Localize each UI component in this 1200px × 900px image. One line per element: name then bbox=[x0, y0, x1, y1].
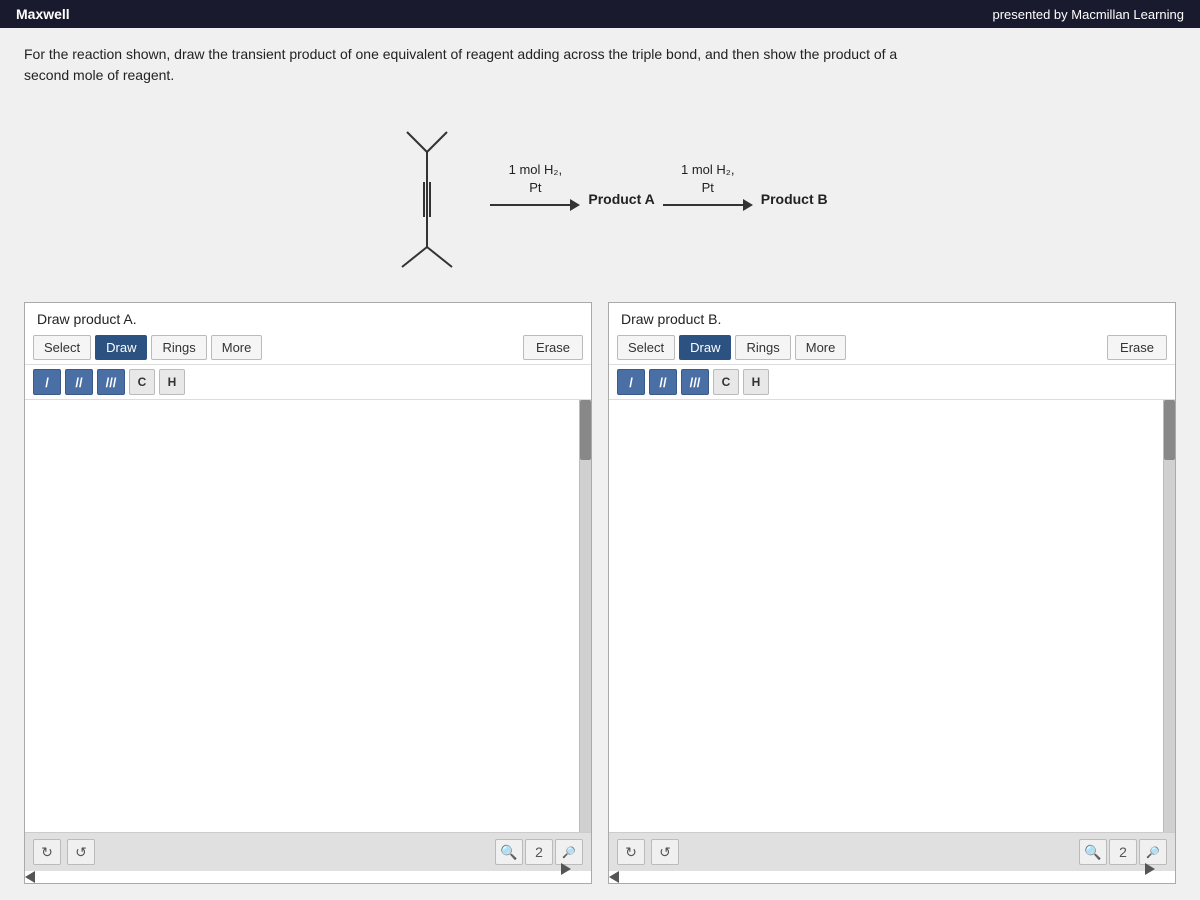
panel-b-scrollbar-thumb bbox=[1164, 400, 1175, 460]
panel-a-footer: ↻ ↺ 🔍 2 🔎 bbox=[25, 832, 591, 871]
arrow-head-2 bbox=[743, 199, 753, 211]
reagent2-label: 1 mol H₂, Pt bbox=[681, 161, 734, 197]
arrow-line-2 bbox=[663, 199, 753, 211]
product-a-area: Product A bbox=[588, 187, 654, 207]
more-btn-a[interactable]: More bbox=[211, 335, 263, 360]
starting-molecule bbox=[372, 122, 482, 272]
panel-a-scrollbar[interactable] bbox=[579, 400, 591, 832]
panel-a-next-icon bbox=[561, 863, 571, 875]
product-b-area: Product B bbox=[761, 187, 828, 207]
arrow-line-1 bbox=[490, 199, 580, 211]
panel-a-scrollbar-thumb bbox=[580, 400, 591, 460]
double-bond-btn-a[interactable]: // bbox=[65, 369, 93, 395]
product-a-label: Product A bbox=[588, 191, 654, 207]
molecule-svg bbox=[372, 122, 482, 272]
publisher-label: presented by Macmillan Learning bbox=[993, 7, 1185, 22]
select-btn-a[interactable]: Select bbox=[33, 335, 91, 360]
arrow-shaft-1 bbox=[490, 204, 570, 206]
main-content: For the reaction shown, draw the transie… bbox=[0, 28, 1200, 900]
arrow-head-1 bbox=[570, 199, 580, 211]
hydrogen-btn-a[interactable]: H bbox=[159, 369, 185, 395]
double-bond-btn-b[interactable]: // bbox=[649, 369, 677, 395]
panel-a-zoom-group: 🔍 2 🔎 bbox=[495, 839, 583, 865]
hydrogen-btn-b[interactable]: H bbox=[743, 369, 769, 395]
zoom-out-btn-a[interactable]: 🔎 bbox=[555, 839, 583, 865]
top-bar: Maxwell presented by Macmillan Learning bbox=[0, 0, 1200, 28]
panel-b-bond-toolbar: / // /// C H bbox=[609, 365, 1175, 400]
undo-btn-b[interactable]: ↻ bbox=[617, 839, 645, 865]
undo-btn-a[interactable]: ↻ bbox=[33, 839, 61, 865]
panel-b-prev-icon bbox=[609, 871, 619, 883]
reaction-arrow-2: 1 mol H₂, Pt bbox=[663, 161, 753, 213]
panel-a-toolbar: Select Draw Rings More Erase bbox=[25, 331, 591, 365]
panel-a-canvas[interactable] bbox=[25, 400, 591, 832]
more-btn-b[interactable]: More bbox=[795, 335, 847, 360]
panel-a-prev-icon bbox=[25, 871, 35, 883]
carbon-btn-a[interactable]: C bbox=[129, 369, 155, 395]
instruction-text: For the reaction shown, draw the transie… bbox=[24, 44, 924, 86]
erase-btn-b[interactable]: Erase bbox=[1107, 335, 1167, 360]
panel-b-toolbar: Select Draw Rings More Erase bbox=[609, 331, 1175, 365]
zoom-reset-btn-a[interactable]: 2 bbox=[525, 839, 553, 865]
panel-b-canvas[interactable] bbox=[609, 400, 1175, 832]
arrow-shaft-2 bbox=[663, 204, 743, 206]
erase-btn-a[interactable]: Erase bbox=[523, 335, 583, 360]
panel-b-footer: ↻ ↺ 🔍 2 🔎 bbox=[609, 832, 1175, 871]
triple-bond-btn-a[interactable]: /// bbox=[97, 369, 125, 395]
redo-btn-b[interactable]: ↺ bbox=[651, 839, 679, 865]
reaction-diagram: 1 mol H₂, Pt Product A 1 mol H₂, Pt bbox=[24, 122, 1176, 272]
draw-btn-a[interactable]: Draw bbox=[95, 335, 147, 360]
single-bond-btn-a[interactable]: / bbox=[33, 369, 61, 395]
draw-btn-b[interactable]: Draw bbox=[679, 335, 731, 360]
rings-btn-a[interactable]: Rings bbox=[151, 335, 206, 360]
brand-label: Maxwell bbox=[16, 6, 70, 22]
panel-b-prev-area bbox=[609, 871, 1175, 883]
product-b-label: Product B bbox=[761, 191, 828, 207]
reagent1-label: 1 mol H₂, Pt bbox=[509, 161, 562, 197]
draw-panel-b: Draw product B. Select Draw Rings More E… bbox=[608, 302, 1176, 884]
select-btn-b[interactable]: Select bbox=[617, 335, 675, 360]
panel-b-zoom-group: 🔍 2 🔎 bbox=[1079, 839, 1167, 865]
triple-bond-btn-b[interactable]: /// bbox=[681, 369, 709, 395]
panel-a-bond-toolbar: / // /// C H bbox=[25, 365, 591, 400]
panel-a-title: Draw product A. bbox=[25, 303, 591, 331]
panel-b-scrollbar[interactable] bbox=[1163, 400, 1175, 832]
zoom-reset-btn-b[interactable]: 2 bbox=[1109, 839, 1137, 865]
reaction-arrow-1: 1 mol H₂, Pt bbox=[490, 161, 580, 213]
draw-panels: Draw product A. Select Draw Rings More E… bbox=[24, 302, 1176, 884]
panel-b-title: Draw product B. bbox=[609, 303, 1175, 331]
zoom-out-btn-b[interactable]: 🔎 bbox=[1139, 839, 1167, 865]
single-bond-btn-b[interactable]: / bbox=[617, 369, 645, 395]
redo-btn-a[interactable]: ↺ bbox=[67, 839, 95, 865]
zoom-in-btn-b[interactable]: 🔍 bbox=[1079, 839, 1107, 865]
rings-btn-b[interactable]: Rings bbox=[735, 335, 790, 360]
zoom-in-btn-a[interactable]: 🔍 bbox=[495, 839, 523, 865]
carbon-btn-b[interactable]: C bbox=[713, 369, 739, 395]
draw-panel-a: Draw product A. Select Draw Rings More E… bbox=[24, 302, 592, 884]
